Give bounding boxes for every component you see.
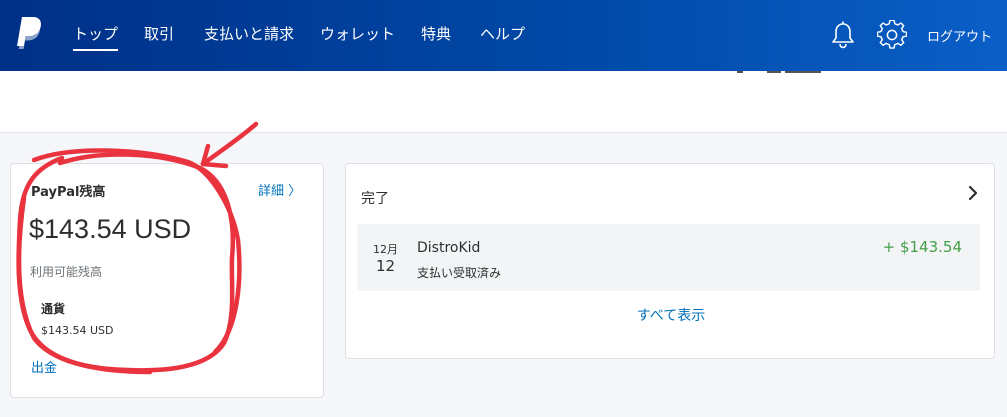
balance-amount: $143.54 USD (29, 214, 192, 244)
chevron-right-icon[interactable] (966, 184, 980, 202)
paypal-balance-card: PayPal残高 詳細 〉 $143.54 USD 利用可能残高 通貨 $143… (10, 163, 324, 398)
nav-item-wallet[interactable]: ウォレット (320, 24, 395, 44)
currency-label: 通貨 (41, 302, 66, 316)
paypal-logo[interactable] (13, 15, 45, 51)
partially-hidden-graphic (737, 71, 821, 73)
gear-icon[interactable] (877, 20, 907, 50)
nav-item-rewards[interactable]: 特典 (421, 24, 451, 44)
show-all-link[interactable]: すべて表示 (346, 305, 996, 325)
nav-item-top[interactable]: トップ (73, 24, 119, 51)
balance-details-link[interactable]: 詳細 〉 (258, 180, 301, 199)
transaction-amount: + $143.54 (882, 238, 962, 256)
content-banner-area (0, 71, 1007, 133)
bell-icon[interactable] (829, 20, 857, 50)
transaction-day: 12 (376, 257, 396, 275)
withdraw-link[interactable]: 出金 (31, 357, 57, 376)
nav-item-transactions[interactable]: 取引 (144, 24, 174, 44)
logout-link[interactable]: ログアウト (927, 26, 992, 45)
nav-item-payments-and-billing[interactable]: 支払いと請求 (204, 24, 294, 44)
completed-activity-card: 完了 12月 12 DistroKid 支払い受取済み + $143.54 すべ… (345, 163, 995, 359)
available-balance-label: 利用可能残高 (30, 265, 103, 279)
transaction-month: 12月 (373, 243, 398, 256)
transaction-row[interactable]: 12月 12 DistroKid 支払い受取済み + $143.54 (357, 224, 980, 291)
currency-value: $143.54 USD (41, 324, 114, 337)
top-navigation-bar: トップ 取引 支払いと請求 ウォレット 特典 ヘルプ ログアウト (0, 0, 1007, 71)
balance-title: PayPal残高 (31, 185, 106, 200)
activity-title: 完了 (361, 191, 389, 207)
transaction-status: 支払い受取済み (417, 266, 502, 280)
transaction-name: DistroKid (417, 240, 481, 256)
nav-item-help[interactable]: ヘルプ (480, 24, 525, 44)
